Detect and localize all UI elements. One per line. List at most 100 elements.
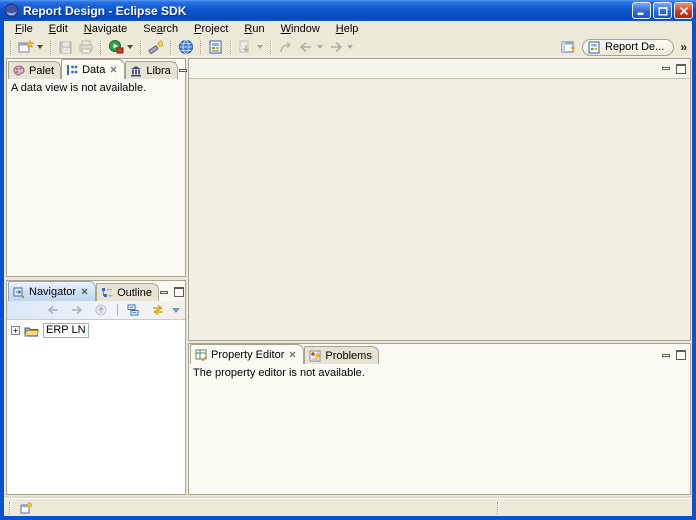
project-folder-icon <box>24 325 39 337</box>
fast-view-icon[interactable] <box>19 501 33 515</box>
property-editor-icon <box>195 349 207 361</box>
nav-back-icon[interactable] <box>44 302 62 319</box>
tab-navigator[interactable]: Navigator <box>8 281 96 301</box>
eclipse-window: Report Design - Eclipse SDK File Edit Na… <box>0 0 696 520</box>
perspective-overflow-chevron[interactable]: » <box>678 40 689 54</box>
menu-file[interactable]: File <box>7 22 41 37</box>
toolbar-grip[interactable] <box>100 41 102 54</box>
property-editor-panel: Property Editor Problems The property ed… <box>188 343 691 495</box>
view-menu-icon[interactable] <box>172 308 180 313</box>
next-annotation-dropdown-icon[interactable] <box>257 45 263 49</box>
tree-item-erp-ln[interactable]: ERP LN <box>9 323 183 338</box>
forward-dropdown-icon[interactable] <box>347 45 353 49</box>
menu-help[interactable]: Help <box>328 22 367 37</box>
tab-property-editor[interactable]: Property Editor <box>190 344 304 364</box>
editor-tabstrip <box>189 59 690 79</box>
property-editor-content: The property editor is not available. <box>189 364 690 494</box>
data-view-panel: Palet Data Libra <box>6 58 186 277</box>
maximize-view-icon[interactable] <box>676 64 686 74</box>
tab-label: Libra <box>146 65 170 77</box>
menu-search[interactable]: Search <box>135 22 186 37</box>
menu-bar: File Edit Navigate Search Project Run Wi… <box>4 21 692 38</box>
data-view-tabstrip: Palet Data Libra <box>7 59 185 79</box>
tab-label: Navigator <box>29 286 76 298</box>
data-view-content: A data view is not available. <box>7 79 185 276</box>
menu-run[interactable]: Run <box>236 22 272 37</box>
property-tabstrip: Property Editor Problems <box>189 344 690 364</box>
toolbar-grip[interactable] <box>270 41 272 54</box>
toolbar-grip[interactable] <box>140 41 142 54</box>
tab-data[interactable]: Data <box>61 59 125 79</box>
open-perspective-icon[interactable] <box>559 39 577 56</box>
view-buttons <box>159 287 188 301</box>
close-tab-icon[interactable] <box>288 350 297 359</box>
print-icon[interactable] <box>77 39 95 56</box>
menu-project[interactable]: Project <box>186 22 236 37</box>
toolbar-grip[interactable] <box>200 41 202 54</box>
perspective-button-label: Report De... <box>605 41 664 53</box>
navigator-tabstrip: Navigator Outline <box>7 281 185 301</box>
outline-icon <box>101 287 113 299</box>
tab-outline[interactable]: Outline <box>96 283 159 301</box>
minimize-view-icon[interactable] <box>159 288 170 297</box>
maximize-view-icon[interactable] <box>174 287 184 297</box>
library-icon <box>130 65 142 77</box>
title-bar: Report Design - Eclipse SDK <box>0 0 696 21</box>
search-icon[interactable] <box>147 39 165 56</box>
tab-library[interactable]: Libra <box>125 61 177 79</box>
toolbar-grip[interactable] <box>10 41 12 54</box>
collapse-all-icon[interactable] <box>125 302 143 319</box>
next-annotation-icon[interactable] <box>237 39 255 56</box>
nav-up-icon[interactable] <box>92 302 110 319</box>
menu-window[interactable]: Window <box>273 22 328 37</box>
new-wizard-icon[interactable] <box>17 39 35 56</box>
back-icon[interactable] <box>297 39 315 56</box>
toolbar-separator <box>117 304 118 316</box>
run-report-icon[interactable] <box>107 39 125 56</box>
tab-problems[interactable]: Problems <box>304 346 378 364</box>
status-bar <box>4 498 692 516</box>
expand-icon[interactable] <box>11 326 20 335</box>
maximize-view-icon[interactable] <box>676 350 686 360</box>
eclipse-logo-icon <box>4 3 19 18</box>
perspective-report-design-button[interactable]: Report De... <box>582 39 674 56</box>
window-minimize-button[interactable] <box>632 2 651 19</box>
tab-label: Data <box>82 64 105 76</box>
statusbar-grip[interactable] <box>9 502 11 514</box>
last-edit-location-icon[interactable] <box>277 39 295 56</box>
web-browser-icon[interactable] <box>177 39 195 56</box>
forward-icon[interactable] <box>327 39 345 56</box>
toolbar-grip[interactable] <box>50 41 52 54</box>
tab-palette[interactable]: Palet <box>8 61 61 79</box>
workbench-client: Palet Data Libra <box>4 57 692 498</box>
save-icon[interactable] <box>57 39 75 56</box>
link-with-editor-icon[interactable] <box>149 302 167 319</box>
report-perspective-icon <box>588 41 601 54</box>
toolbar-grip[interactable] <box>170 41 172 54</box>
run-report-dropdown-icon[interactable] <box>127 45 133 49</box>
back-dropdown-icon[interactable] <box>317 45 323 49</box>
menu-edit[interactable]: Edit <box>41 22 76 37</box>
view-buttons <box>657 64 690 74</box>
perspective-switcher: Report De... » <box>558 39 690 56</box>
close-tab-icon[interactable] <box>109 65 118 74</box>
tab-label: Problems <box>325 350 371 362</box>
data-view-message: A data view is not available. <box>11 82 146 94</box>
report-design-icon[interactable] <box>207 39 225 56</box>
menu-navigate[interactable]: Navigate <box>76 22 135 37</box>
palette-icon <box>13 65 25 77</box>
navigator-toolbar <box>7 301 185 320</box>
new-wizard-dropdown-icon[interactable] <box>37 45 43 49</box>
minimize-view-icon[interactable] <box>661 64 672 73</box>
minimize-view-icon[interactable] <box>661 351 672 360</box>
window-maximize-button[interactable] <box>653 2 672 19</box>
close-tab-icon[interactable] <box>80 287 89 296</box>
navigator-tree: ERP LN <box>7 320 185 494</box>
statusbar-grip[interactable] <box>497 502 499 514</box>
toolbar-grip[interactable] <box>230 41 232 54</box>
nav-forward-icon[interactable] <box>68 302 86 319</box>
window-close-button[interactable] <box>674 2 693 19</box>
view-buttons <box>661 350 690 364</box>
navigator-panel: Navigator Outline <box>6 280 186 495</box>
tab-label: Outline <box>117 287 152 299</box>
